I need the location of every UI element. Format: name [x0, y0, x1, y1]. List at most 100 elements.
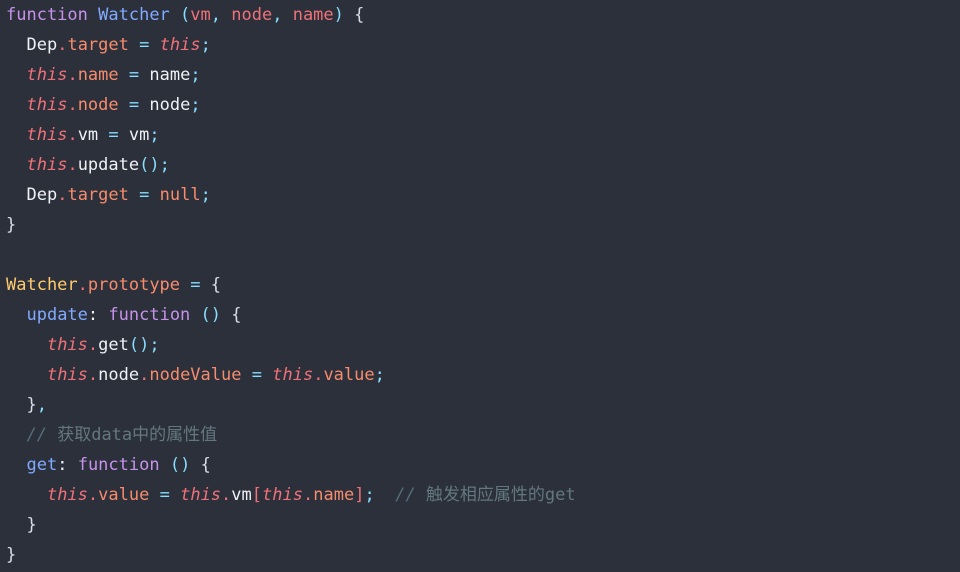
code-token: this — [180, 485, 222, 505]
code-token: = — [159, 485, 170, 505]
code-line[interactable]: function Watcher (vm, node, name) { — [0, 0, 960, 30]
code-token: { — [231, 305, 242, 325]
code-token: . — [87, 365, 99, 385]
code-line[interactable]: }, — [0, 390, 960, 420]
code-line[interactable]: this.get(); — [0, 330, 960, 360]
code-line[interactable] — [0, 240, 960, 270]
code-token: = — [139, 185, 150, 205]
code-line[interactable]: Dep.target = null; — [0, 180, 960, 210]
code-token: get — [26, 455, 58, 475]
code-token: Dep — [26, 185, 58, 205]
code-token: this — [26, 155, 68, 175]
code-token: vm — [190, 5, 211, 25]
code-token: { — [210, 275, 222, 295]
code-line[interactable]: // 获取data中的属性值 — [0, 420, 960, 450]
code-token: { — [200, 455, 211, 475]
code-token: . — [67, 65, 78, 85]
code-line[interactable]: this.node.nodeValue = this.value; — [0, 360, 960, 390]
code-token: ; — [364, 485, 375, 505]
code-token: target — [67, 185, 129, 205]
code-token: this — [46, 485, 88, 505]
code-token: = — [139, 35, 150, 55]
code-editor-viewport[interactable]: function Watcher (vm, node, name) { Dep.… — [0, 0, 960, 572]
code-line[interactable]: this.value = this.vm[this.name]; // 触发相应… — [0, 480, 960, 510]
code-token: vm — [77, 125, 99, 145]
code-token: ; — [159, 155, 170, 175]
code-token: this — [26, 95, 68, 115]
code-token: Watcher — [98, 5, 170, 25]
code-line[interactable]: Watcher.prototype = { — [0, 270, 960, 300]
code-token: 触发相应属性的get — [425, 485, 576, 505]
code-token: get — [98, 335, 129, 355]
code-line[interactable]: this.node = node; — [0, 90, 960, 120]
code-token: ; — [200, 35, 211, 55]
code-token: ) — [333, 5, 344, 25]
code-token: = — [128, 95, 140, 115]
code-token: } — [26, 515, 37, 535]
code-token: ] — [354, 485, 365, 505]
code-content[interactable]: function Watcher (vm, node, name) { Dep.… — [0, 0, 960, 570]
code-token: ; — [190, 95, 201, 115]
code-token: , — [210, 5, 232, 25]
code-line[interactable]: Dep.target = this; — [0, 30, 960, 60]
code-token: node — [98, 365, 140, 385]
code-token: update — [77, 155, 140, 175]
code-line[interactable]: } — [0, 210, 960, 240]
code-line[interactable]: } — [0, 510, 960, 540]
code-token: ; — [190, 65, 201, 85]
code-token: name — [149, 65, 191, 85]
code-token: () — [200, 305, 222, 325]
code-token: vm — [231, 485, 252, 505]
code-token: this — [46, 365, 88, 385]
code-line[interactable]: this.name = name; — [0, 60, 960, 90]
code-token: // — [26, 425, 58, 445]
code-token: prototype — [87, 275, 181, 295]
code-line[interactable]: get: function () { — [0, 450, 960, 480]
code-token: ; — [149, 335, 160, 355]
code-token: target — [67, 35, 129, 55]
code-token: . — [302, 485, 314, 505]
code-token: [ — [251, 485, 263, 505]
code-token: . — [67, 155, 78, 175]
code-token: = — [251, 365, 262, 385]
code-line[interactable]: this.vm = vm; — [0, 120, 960, 150]
code-token: . — [57, 185, 68, 205]
code-line[interactable]: this.update(); — [0, 150, 960, 180]
code-line[interactable]: update: function () { — [0, 300, 960, 330]
code-token: () — [169, 455, 191, 475]
code-token: . — [77, 275, 88, 295]
code-token: : — [87, 305, 99, 325]
code-token: . — [67, 95, 78, 115]
code-token: . — [87, 485, 99, 505]
code-token: null — [159, 185, 201, 205]
code-token: function — [6, 5, 88, 25]
code-line[interactable]: } — [0, 540, 960, 570]
code-token: , — [36, 395, 47, 415]
code-token: } — [6, 545, 17, 565]
code-token: } — [6, 215, 17, 235]
code-token: this — [26, 65, 68, 85]
code-token: nodeValue — [149, 365, 242, 385]
code-token: node — [231, 5, 273, 25]
